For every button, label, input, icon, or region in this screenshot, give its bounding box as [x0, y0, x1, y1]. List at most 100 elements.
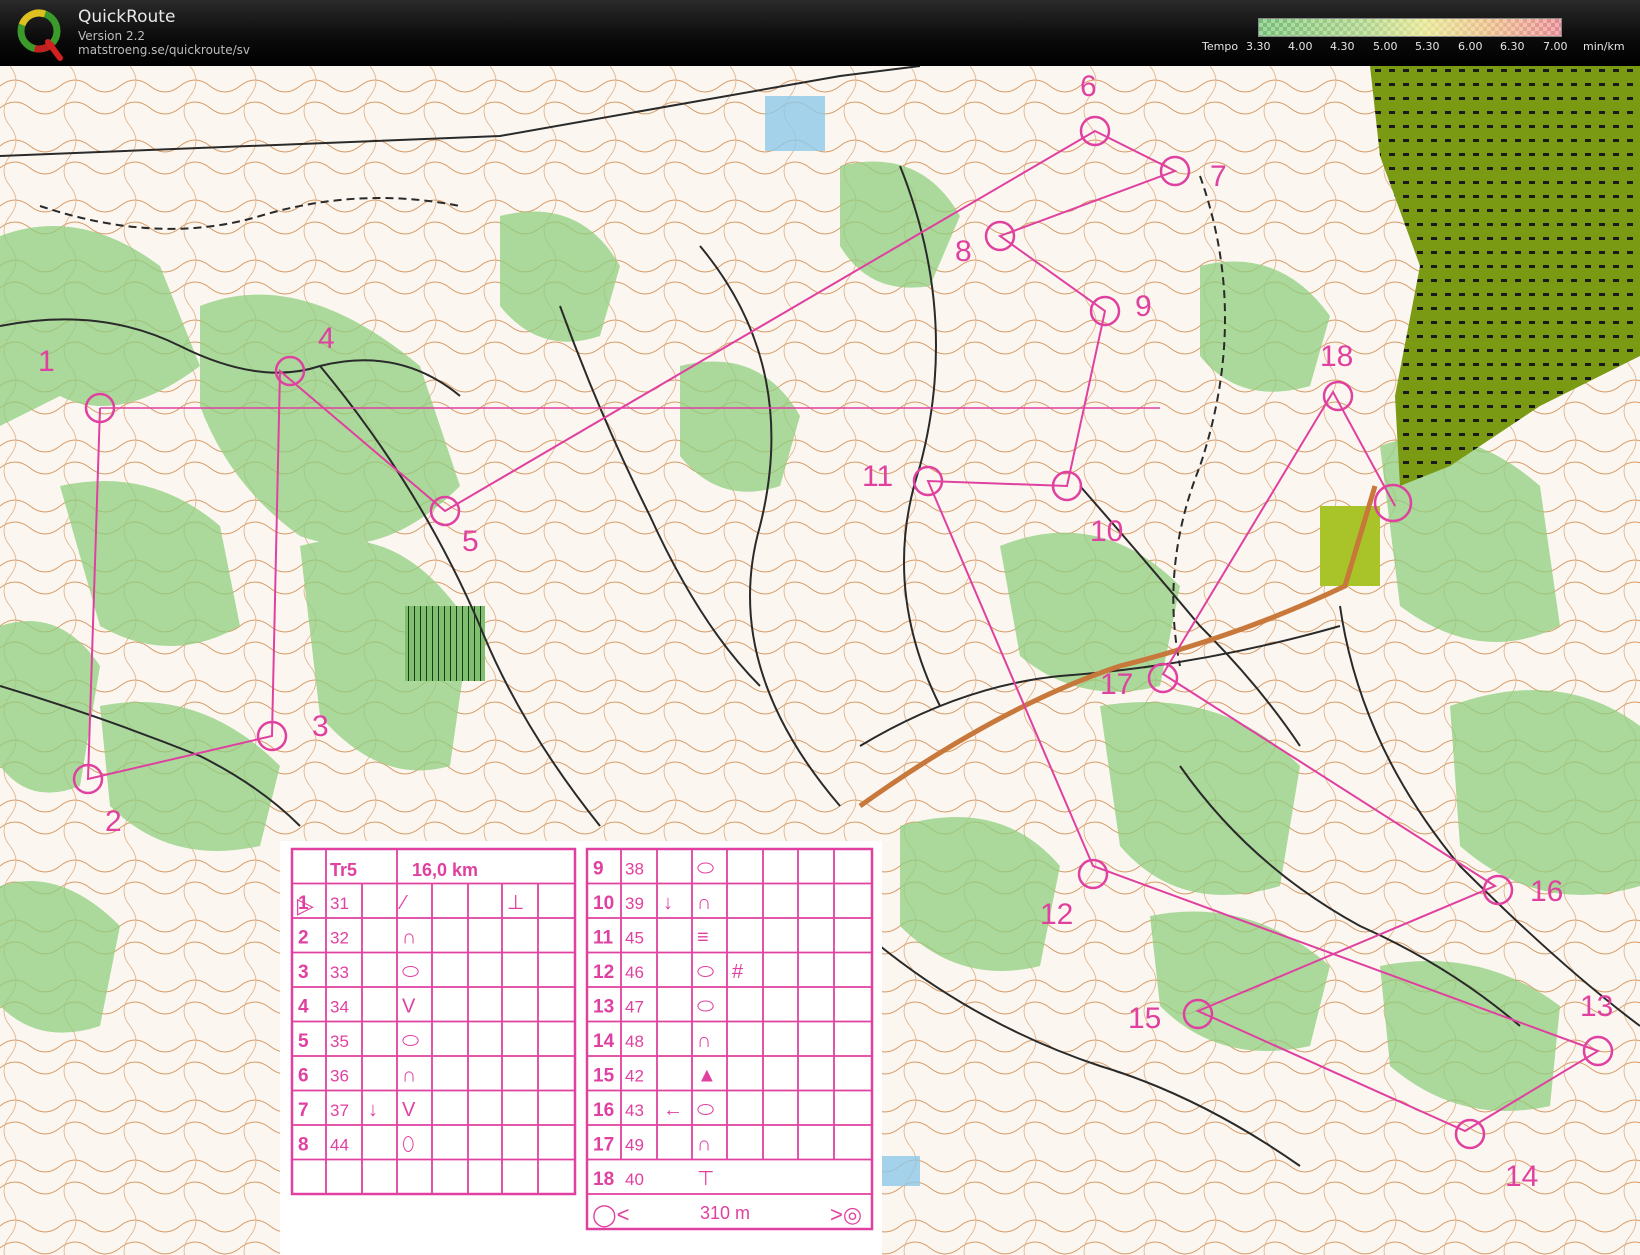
control-row-number: 17 [593, 1135, 614, 1156]
control-number: 11 [862, 460, 893, 493]
control-row-symbol: ∩ [402, 1065, 416, 1087]
control-number: 3 [312, 710, 329, 743]
control-number: 7 [1210, 160, 1227, 193]
control-row-symbol: V [402, 996, 416, 1018]
tempo-tick: 6.30 [1500, 40, 1525, 53]
control-number: 13 [1580, 990, 1613, 1023]
undergrowth [405, 606, 485, 681]
control-row-symbol: ⬯ [402, 1134, 415, 1156]
control-row-number: 8 [298, 1135, 309, 1156]
water [880, 1156, 920, 1186]
app-url[interactable]: matstroeng.se/quickroute/sv [78, 43, 250, 57]
control-row-symbol: ≡ [697, 927, 709, 949]
finish-end-circle: >◎ [830, 1202, 862, 1227]
control-number: 18 [1320, 340, 1353, 373]
tempo-scale-labels: Tempo 3.30 4.00 4.30 5.00 5.30 6.00 6.30… [1200, 40, 1640, 56]
control-row-number: 13 [593, 997, 614, 1018]
control-row-code: 43 [625, 1101, 644, 1120]
control-row-number: 9 [593, 859, 604, 880]
control-row-number: 5 [298, 1031, 309, 1052]
course-name: Tr5 [330, 860, 357, 880]
control-row-code: 33 [330, 963, 349, 982]
control-row-direction: ← [663, 1099, 683, 1121]
control-number: 9 [1135, 290, 1152, 323]
control-row-direction: ↓ [368, 1099, 378, 1121]
control-number: 10 [1090, 515, 1123, 548]
control-row-symbol: ⊤ [697, 1168, 714, 1190]
control-number: 6 [1080, 70, 1097, 103]
tempo-tick: 5.30 [1415, 40, 1440, 53]
water [765, 96, 825, 151]
control-number: 16 [1530, 875, 1563, 908]
control-row-number: 11 [593, 928, 614, 949]
finish-distance: 310 m [700, 1203, 750, 1223]
control-row-code: 38 [625, 860, 644, 879]
start-symbol: ▷ [297, 893, 314, 918]
orienteering-map[interactable]: 1 2 3 4 5 6 7 8 9 10 11 12 13 14 15 16 1… [0, 66, 1640, 1255]
control-row-code: 31 [330, 894, 349, 913]
tempo-tick: 3.30 [1246, 40, 1271, 53]
control-number: 2 [105, 805, 122, 838]
control-row-number: 6 [298, 1066, 309, 1087]
control-number: 1 [38, 345, 55, 378]
control-row-symbol: ⬭ [697, 996, 714, 1018]
tempo-color-scale [1258, 18, 1562, 37]
control-number: 17 [1100, 668, 1133, 701]
app-version: Version 2.2 [78, 29, 146, 43]
control-row-symbol: ∩ [697, 892, 711, 914]
control-row-symbol: ⬭ [402, 961, 419, 983]
control-row-code: 36 [330, 1067, 349, 1086]
control-row-code: 48 [625, 1032, 644, 1051]
tempo-unit: min/km [1583, 40, 1625, 53]
control-row-number: 12 [593, 962, 614, 983]
control-row-code: 45 [625, 929, 644, 948]
control-row-number: 15 [593, 1066, 615, 1087]
control-row-code: 32 [330, 929, 349, 948]
tempo-tick: 4.00 [1288, 40, 1313, 53]
control-row-code: 49 [625, 1136, 644, 1155]
control-row-code: 44 [330, 1136, 349, 1155]
control-number: 15 [1128, 1002, 1161, 1035]
control-number: 14 [1505, 1160, 1538, 1193]
control-row-symbol: ∩ [697, 1134, 711, 1156]
control-row-number: 14 [593, 1031, 615, 1052]
control-row-code: 37 [330, 1101, 349, 1120]
app-name: QuickRoute [78, 7, 176, 27]
control-number: 8 [955, 235, 972, 268]
finish-start-circle: ◯< [592, 1202, 629, 1228]
tempo-tick: 6.00 [1458, 40, 1483, 53]
tempo-tick: 5.00 [1373, 40, 1398, 53]
control-row-number: 16 [593, 1100, 614, 1121]
tempo-tick: 7.00 [1543, 40, 1568, 53]
control-row-number: 10 [593, 893, 614, 914]
control-row-code: 35 [330, 1032, 349, 1051]
control-row-number: 3 [298, 962, 309, 983]
control-row-symbol: ∩ [402, 927, 416, 949]
tempo-tick: 4.30 [1330, 40, 1355, 53]
control-row-extra: ⊥ [507, 892, 524, 914]
control-row-extra: # [732, 961, 744, 983]
tempo-label: Tempo [1202, 40, 1239, 53]
control-row-code: 47 [625, 998, 644, 1017]
control-row-number: 2 [298, 928, 309, 949]
control-row-symbol: ⬭ [697, 858, 714, 880]
control-number: 12 [1040, 898, 1073, 931]
control-row-code: 46 [625, 963, 644, 982]
course-length: 16,0 km [412, 860, 478, 880]
control-row-number: 7 [298, 1100, 309, 1121]
control-number: 4 [318, 322, 335, 355]
control-row-symbol: ▲ [697, 1065, 717, 1087]
control-row-number: 18 [593, 1169, 614, 1190]
control-row-symbol: ∩ [697, 1030, 711, 1052]
control-row-code: 40 [625, 1170, 644, 1189]
quickroute-logo [17, 9, 63, 61]
control-row-symbol: V [402, 1099, 416, 1121]
control-row-symbol: ⬭ [697, 961, 714, 983]
control-row-symbol: ⬭ [697, 1099, 714, 1121]
control-row-direction: ↓ [663, 892, 673, 914]
control-row-code: 42 [625, 1067, 644, 1086]
app-header: QuickRoute Version 2.2 matstroeng.se/qui… [0, 0, 1640, 66]
control-row-symbol: ⬭ [402, 1030, 419, 1052]
control-number: 5 [462, 525, 479, 558]
control-descriptions: 1 31 ⁄ ⊥2 32 ∩3 33 ⬭4 34 V5 35 ⬭6 36 ∩7 37 ↓ V8 44 ⬯9 38 ⬭10… [280, 841, 882, 1255]
